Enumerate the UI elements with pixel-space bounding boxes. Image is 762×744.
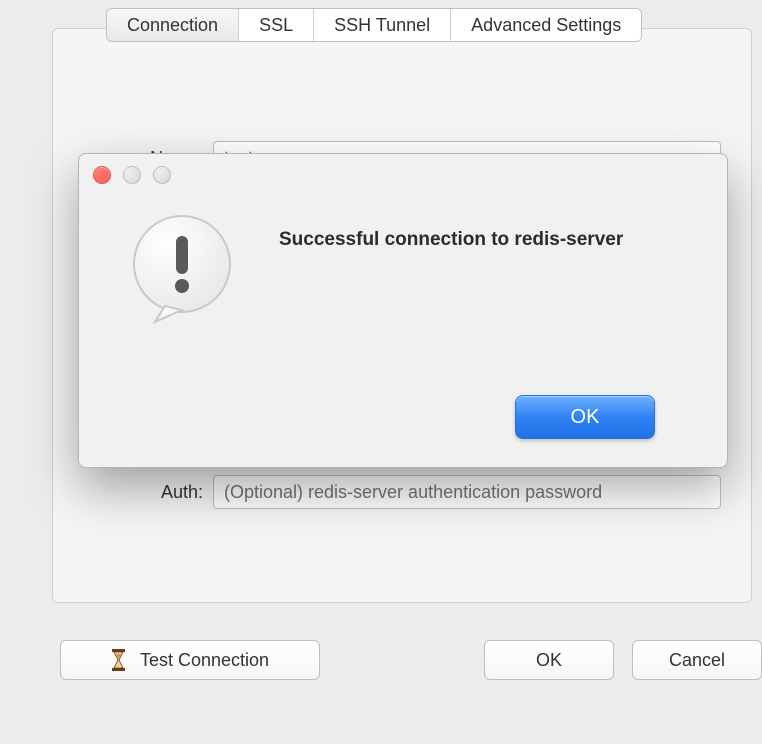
auth-input[interactable]	[213, 475, 721, 509]
tab-ssl[interactable]: SSL	[239, 9, 314, 41]
dialog-footer-buttons: Test Connection OK Cancel	[60, 640, 762, 680]
auth-label: Auth:	[53, 482, 213, 503]
maximize-icon[interactable]	[153, 166, 171, 184]
dialog-message: Successful connection to redis-server	[279, 229, 623, 251]
cancel-button[interactable]: Cancel	[632, 640, 762, 680]
minimize-icon[interactable]	[123, 166, 141, 184]
tab-advanced-settings[interactable]: Advanced Settings	[451, 9, 641, 41]
window-controls	[93, 166, 171, 184]
hourglass-icon	[111, 649, 126, 671]
close-icon[interactable]	[93, 166, 111, 184]
test-connection-label: Test Connection	[140, 650, 269, 671]
success-dialog: Successful connection to redis-server OK	[78, 153, 728, 468]
auth-row: Auth:	[53, 475, 751, 509]
settings-tabs: Connection SSL SSH Tunnel Advanced Setti…	[106, 8, 642, 42]
tab-connection[interactable]: Connection	[107, 9, 239, 41]
dialog-ok-button[interactable]: OK	[515, 395, 655, 439]
tab-ssh-tunnel[interactable]: SSH Tunnel	[314, 9, 451, 41]
ok-button[interactable]: OK	[484, 640, 614, 680]
test-connection-button[interactable]: Test Connection	[60, 640, 320, 680]
exclamation-icon	[127, 214, 242, 329]
